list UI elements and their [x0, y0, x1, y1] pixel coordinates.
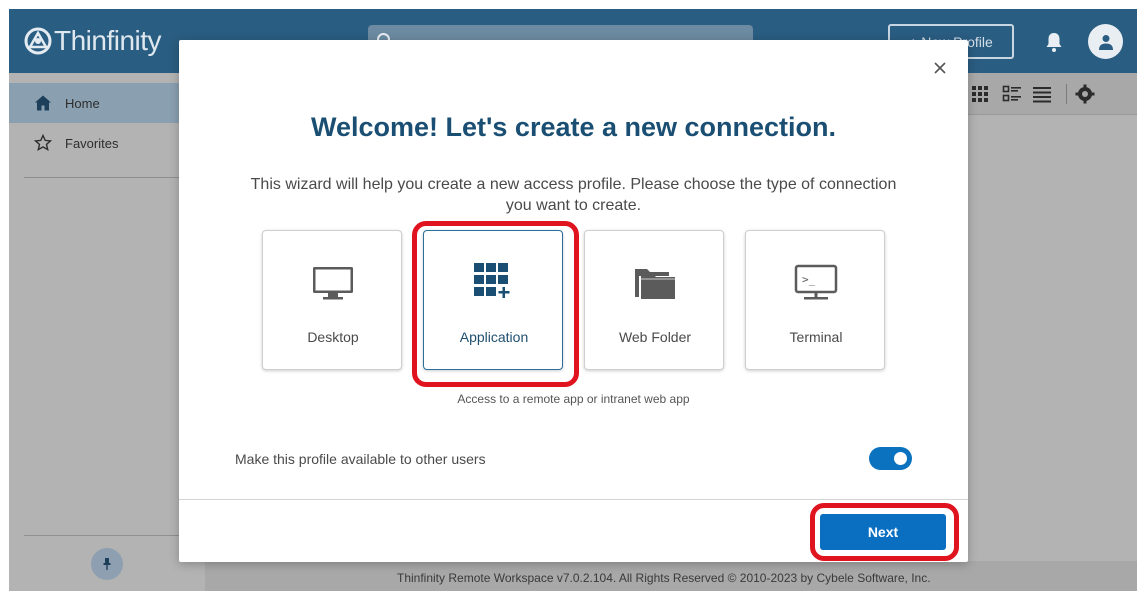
connection-type-hint: Access to a remote app or intranet web a… [457, 392, 690, 406]
sidebar-divider [24, 535, 190, 536]
toggle-knob [894, 452, 907, 465]
highlight-annotation [810, 503, 959, 561]
grid-view-icon[interactable] [969, 83, 991, 105]
folder-icon [635, 269, 675, 299]
app-window: Thinfinity + New Profile Home [9, 9, 1137, 591]
settings-icon[interactable] [1074, 83, 1096, 105]
connection-type-desktop[interactable]: Desktop [262, 230, 402, 370]
svg-text:>_: >_ [802, 273, 816, 286]
pin-icon [103, 558, 111, 570]
terminal-icon: >_ [794, 264, 838, 300]
user-avatar[interactable] [1088, 24, 1123, 59]
brand-name: Thinfinity [54, 25, 162, 56]
thinfinity-logo-icon [24, 27, 52, 55]
user-icon [1098, 34, 1113, 50]
sidebar-divider [24, 177, 190, 178]
dialog-title: Welcome! Let's create a new connection. [310, 112, 837, 142]
highlight-annotation [412, 221, 579, 387]
connection-type-label: Desktop [307, 329, 359, 345]
share-profile-toggle[interactable] [869, 447, 912, 470]
star-icon [34, 134, 52, 152]
list-view-icon[interactable] [1031, 83, 1053, 105]
close-icon[interactable] [932, 60, 948, 76]
footer-copyright: Thinfinity Remote Workspace v7.0.2.104. … [397, 571, 931, 585]
sidebar-item-favorites[interactable]: Favorites [9, 123, 205, 163]
brand-logo[interactable]: Thinfinity [23, 23, 162, 59]
notifications-bell-icon[interactable] [1044, 31, 1064, 53]
toolbar-divider [1066, 84, 1067, 104]
sidebar-item-label: Home [65, 95, 100, 111]
list-detail-view-icon[interactable] [1001, 83, 1023, 105]
sidebar: Home Favorites [9, 73, 205, 591]
sidebar-item-home[interactable]: Home [9, 83, 205, 123]
pin-sidebar-button[interactable] [91, 548, 123, 580]
connection-type-terminal[interactable]: >_ Terminal [745, 230, 885, 370]
monitor-icon [313, 267, 353, 300]
new-connection-wizard-dialog: Welcome! Let's create a new connection. … [179, 40, 968, 562]
dialog-footer-divider [179, 499, 968, 500]
home-icon [35, 95, 51, 111]
connection-type-label: Web Folder [618, 329, 692, 345]
share-profile-label: Make this profile available to other use… [235, 451, 486, 467]
connection-type-web-folder[interactable]: Web Folder [584, 230, 724, 370]
sidebar-item-label: Favorites [65, 135, 119, 151]
connection-type-label: Terminal [789, 329, 843, 345]
dialog-description: This wizard will help you create a new a… [250, 176, 897, 214]
